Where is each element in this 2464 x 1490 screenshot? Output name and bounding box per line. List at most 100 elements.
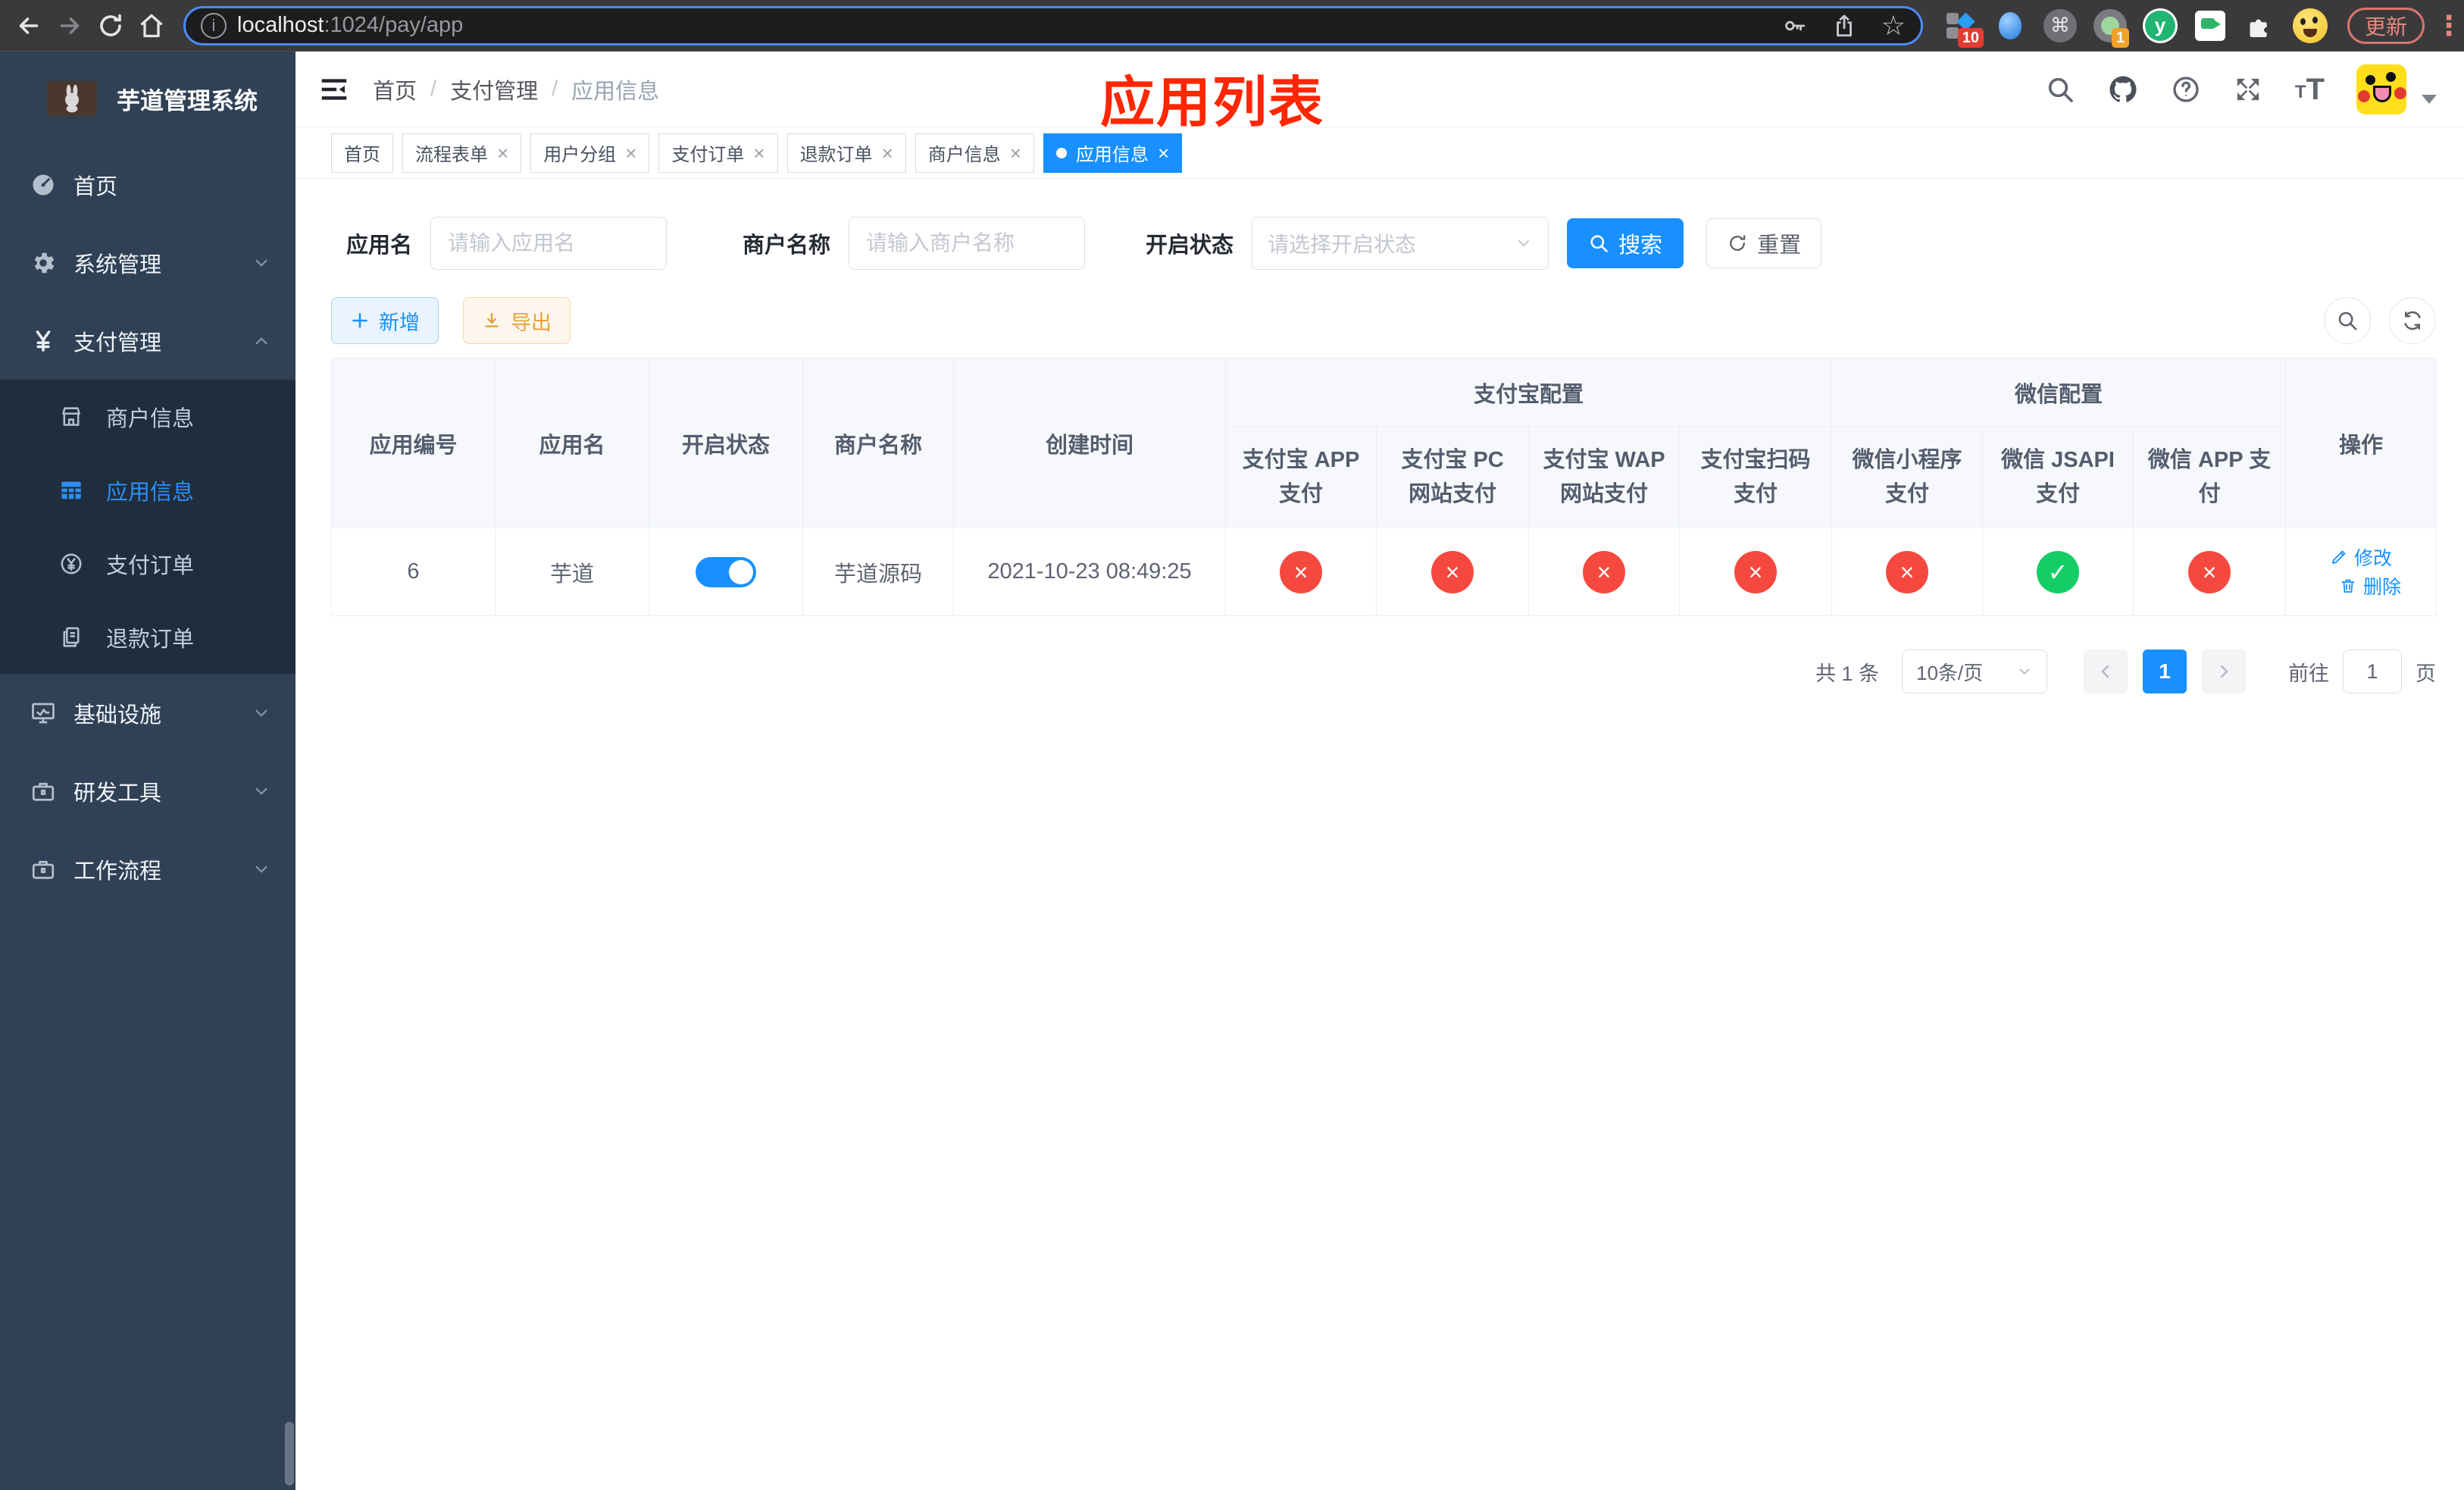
download-icon (485, 313, 499, 327)
delete-link[interactable]: 删除 (2339, 572, 2401, 599)
password-key-icon[interactable] (1781, 13, 1807, 39)
browser-reload-button[interactable] (92, 8, 129, 44)
sidebar-item-dev-tools[interactable]: 研发工具 (0, 752, 295, 830)
header-search-icon[interactable] (2045, 74, 2075, 105)
chevron-right-icon (2220, 665, 2228, 678)
sidebar-item-payment-orders[interactable]: 支付订单 (0, 527, 295, 600)
add-button-label: 新增 (379, 311, 420, 334)
extension-balloon-icon[interactable] (1993, 8, 2028, 43)
extension-chat-icon[interactable] (2193, 8, 2228, 43)
tab-close-icon[interactable]: × (497, 143, 508, 163)
edit-link[interactable]: 修改 (2330, 543, 2392, 571)
breadcrumb-home[interactable]: 首页 (373, 74, 417, 105)
export-button[interactable]: 导出 (463, 297, 571, 344)
next-page-button[interactable] (2202, 650, 2246, 693)
extension-command-icon[interactable]: ⌘ (2043, 8, 2078, 43)
profile-emoji-icon[interactable] (2292, 8, 2328, 43)
yen-icon (28, 326, 58, 356)
extension-camera-icon[interactable]: 1 (2093, 8, 2129, 48)
extension-badge: 10 (1957, 27, 1984, 48)
sidebar-item-home[interactable]: 首页 (0, 146, 295, 224)
status-enabled-icon: ✓ (2037, 550, 2080, 593)
cell-create-time: 2021-10-23 08:49:25 (953, 527, 1226, 616)
bookmark-star-icon[interactable]: ☆ (1881, 11, 1906, 39)
github-icon[interactable] (2107, 74, 2139, 105)
toggle-search-button[interactable] (2324, 297, 2371, 344)
tag-app-info-active[interactable]: 应用信息 × (1043, 133, 1183, 173)
tag-process-form[interactable]: 流程表单 × (402, 133, 522, 173)
tab-close-icon[interactable]: × (882, 143, 893, 163)
status-disabled-icon: × (1583, 550, 1625, 593)
chevron-down-icon (252, 703, 271, 723)
extension-y-icon[interactable]: y (2142, 8, 2178, 43)
sidebar-submenu-payment: 商户信息 应用信息 支付订单 退款订单 (0, 380, 295, 674)
sidebar-item-refund-orders[interactable]: 退款订单 (0, 600, 295, 674)
sidebar-collapse-icon[interactable] (318, 74, 350, 105)
tag-user-group[interactable]: 用户分组 × (530, 133, 650, 173)
font-size-icon[interactable]: TT (2295, 74, 2325, 105)
reset-button[interactable]: 重置 (1706, 218, 1822, 268)
url-path: :1024/pay/app (324, 13, 464, 37)
status-disabled-icon: × (1280, 550, 1322, 593)
sidebar-item-infrastructure[interactable]: 基础设施 (0, 674, 295, 752)
app-name-label: 应用名 (346, 233, 413, 258)
filter-form: 应用名 商户名称 开启状态 请选择开启状态 搜索 (346, 217, 2436, 270)
extension-grid-icon[interactable]: 10 (1943, 8, 1984, 48)
sidebar-scrollbar[interactable] (285, 1422, 294, 1485)
tag-refund-orders[interactable]: 退款订单 × (786, 133, 906, 173)
breadcrumb-separator: / (552, 77, 558, 101)
tag-home[interactable]: 首页 (331, 133, 393, 173)
tab-close-icon[interactable]: × (1010, 143, 1021, 163)
extensions-puzzle-icon[interactable] (2243, 8, 2278, 43)
browser-back-button[interactable] (11, 8, 47, 44)
sidebar-item-payment[interactable]: 支付管理 (0, 302, 295, 380)
col-header-alipay-qr: 支付宝扫码支付 (1678, 426, 1833, 528)
share-icon[interactable] (1831, 13, 1857, 39)
sidebar-item-label: 商户信息 (106, 406, 195, 431)
browser-extensions: 10 ⌘ 1 y (1943, 8, 2328, 48)
status-label: 开启状态 (1146, 233, 1234, 258)
chevron-up-icon (252, 331, 271, 351)
col-header-wechat-app: 微信 APP 支付 (2133, 426, 2287, 528)
cell-app-id: 6 (331, 527, 496, 616)
tag-label: 商户信息 (927, 145, 1001, 165)
status-select[interactable]: 请选择开启状态 (1252, 217, 1549, 270)
help-icon[interactable] (2171, 74, 2201, 105)
search-button[interactable]: 搜索 (1567, 218, 1684, 268)
avatar-dropdown-caret-icon[interactable] (2422, 94, 2437, 104)
browser-forward-button[interactable] (52, 8, 88, 44)
add-button[interactable]: 新增 (331, 297, 439, 344)
navbar-actions: TT (2045, 64, 2437, 114)
tab-close-icon[interactable]: × (625, 143, 636, 163)
app-name-input[interactable] (430, 217, 668, 270)
chevron-down-icon (2019, 668, 2030, 675)
browser-menu-icon[interactable]: ⋮ (2435, 11, 2462, 39)
status-disabled-icon: × (1431, 550, 1474, 593)
address-bar[interactable]: i localhost:1024/pay/app ☆ (183, 5, 1923, 45)
sidebar-logo[interactable]: 芋道管理系统 (0, 52, 295, 146)
tag-payment-orders[interactable]: 支付订单 × (658, 133, 778, 173)
sidebar-item-system[interactable]: 系统管理 (0, 224, 295, 302)
fullscreen-icon[interactable] (2233, 74, 2263, 105)
sidebar-item-workflow[interactable]: 工作流程 (0, 830, 295, 908)
goto-page-input[interactable] (2343, 650, 2402, 693)
page-number-current[interactable]: 1 (2143, 650, 2187, 693)
refresh-table-button[interactable] (2389, 297, 2436, 344)
status-toggle[interactable] (696, 556, 756, 587)
browser-home-button[interactable] (133, 8, 170, 44)
sidebar-item-app-info[interactable]: 应用信息 (0, 453, 295, 527)
prev-page-button[interactable] (2084, 650, 2128, 693)
document-copy-icon (56, 622, 86, 653)
user-avatar[interactable] (2356, 64, 2406, 114)
app-table: 应用编号 应用名 开启状态 商户名称 创建时间 支付宝配置 微信配置 操作 支付… (331, 358, 2437, 616)
breadcrumb-payment[interactable]: 支付管理 (450, 74, 538, 105)
page-size-select[interactable]: 10条/页 (1902, 650, 2047, 693)
tag-merchant-info[interactable]: 商户信息 × (915, 133, 1034, 173)
tab-close-icon[interactable]: × (753, 143, 765, 163)
merchant-name-input[interactable] (849, 217, 1086, 270)
reset-button-label: 重置 (1757, 233, 1802, 258)
browser-update-button[interactable]: 更新 (2347, 7, 2425, 44)
sidebar-item-merchant-info[interactable]: 商户信息 (0, 380, 295, 453)
site-info-icon[interactable]: i (201, 12, 227, 39)
tab-close-icon[interactable]: × (1158, 143, 1169, 163)
